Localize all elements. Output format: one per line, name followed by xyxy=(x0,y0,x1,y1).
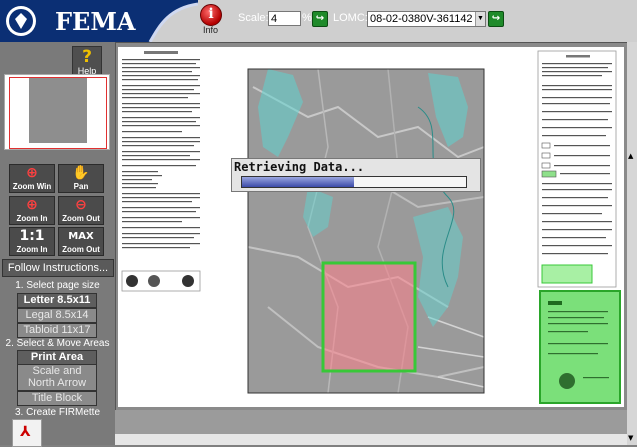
tool-label: Zoom In xyxy=(16,214,48,223)
zoom-max-button[interactable]: MAX Zoom Out xyxy=(58,227,104,256)
area-scale-north-arrow[interactable]: Scale and North Arrow xyxy=(17,364,97,391)
step-2-heading: 2. Select & Move Areas xyxy=(5,338,110,349)
zoom-window-button[interactable]: ⊕ Zoom Win xyxy=(9,164,55,193)
info-label: Info xyxy=(202,25,218,35)
question-icon: ? xyxy=(82,47,92,67)
page-size-legal[interactable]: Legal 8.5x14 xyxy=(17,308,97,323)
pdf-icon: ⅄ xyxy=(20,424,31,440)
lomc-go-button[interactable]: ↪ xyxy=(488,11,504,27)
zoom-out-button[interactable]: ⊖ Zoom Out xyxy=(58,196,104,225)
create-firmette-button[interactable]: ⅄ xyxy=(12,419,42,447)
arrow-right-icon: ↪ xyxy=(491,13,501,24)
lomc-select[interactable]: 08-02-0380V-361142 ▼ xyxy=(367,11,486,27)
page-size-letter[interactable]: Letter 8.5x11 xyxy=(17,293,97,308)
legend-column xyxy=(537,50,621,404)
step-3-heading: 3. Create FIRMette xyxy=(14,407,101,418)
zoom-out-icon: ⊖ xyxy=(75,197,87,213)
zoom-1to1-button[interactable]: 1:1 Zoom In xyxy=(9,227,55,256)
zoom-window-icon: ⊕ xyxy=(26,165,38,181)
area-print-area[interactable]: Print Area xyxy=(17,350,97,365)
hand-icon: ✋ xyxy=(72,165,90,181)
tool-label: Pan xyxy=(73,182,89,191)
aerial-map xyxy=(247,68,485,394)
info-button[interactable]: i Info xyxy=(197,4,224,36)
map-viewer[interactable] xyxy=(115,42,629,412)
lomc-value: 08-02-0380V-361142 xyxy=(370,13,473,25)
scale-label: Scale: xyxy=(238,12,269,24)
lomc-label: LOMC: xyxy=(333,12,368,24)
scroll-up-icon: ▲ xyxy=(628,152,634,160)
thumbnail-view-rect xyxy=(9,77,107,149)
firm-map-panel xyxy=(121,50,621,404)
scale-go-button[interactable]: ↪ xyxy=(312,11,328,27)
step-1-heading: 1. Select page size xyxy=(15,280,100,291)
progress-fill xyxy=(242,177,354,187)
tool-label: Zoom Out xyxy=(62,245,100,254)
zoom-in-button[interactable]: ⊕ Zoom In xyxy=(9,196,55,225)
map-thumbnail[interactable] xyxy=(4,74,110,150)
zoom-in-icon: ⊕ xyxy=(26,197,38,213)
page-size-tabloid[interactable]: Tabloid 11x17 xyxy=(17,323,97,338)
tool-label: Zoom Win xyxy=(12,182,52,191)
top-toolbar: FEMA i Info Scale: % ↪ LOMC: 08-02-0380V… xyxy=(0,0,637,42)
scale-input[interactable] xyxy=(268,11,301,26)
fema-logo: FEMA xyxy=(0,0,198,42)
chevron-down-icon: ▼ xyxy=(475,12,485,26)
scroll-down-icon: ▼ xyxy=(628,434,634,442)
vertical-scrollbar[interactable]: ▲ ▼ xyxy=(627,42,637,445)
one-to-one-label: 1:1 xyxy=(19,228,45,244)
loading-text: Retrieving Data... xyxy=(234,160,365,174)
firm-sheet xyxy=(118,47,624,407)
horizontal-scrollbar[interactable] xyxy=(115,434,627,445)
scale-unit: % xyxy=(302,12,312,24)
tool-label: Zoom Out xyxy=(62,214,100,223)
loading-dialog: Retrieving Data... xyxy=(231,158,481,192)
follow-instructions-button[interactable]: Follow Instructions... xyxy=(2,259,114,277)
arrow-right-icon: ↪ xyxy=(315,13,325,24)
info-icon: i xyxy=(200,4,222,26)
pan-button[interactable]: ✋ Pan xyxy=(58,164,104,193)
sidebar: ? Help ⊕ Zoom Win ✋ Pan ⊕ Zoom In ⊖ Zoom… xyxy=(0,42,115,447)
progress-bar xyxy=(241,176,467,188)
max-label: MAX xyxy=(68,231,94,242)
tool-label: Zoom In xyxy=(16,245,48,254)
logo-text: FEMA xyxy=(55,7,136,36)
area-title-block[interactable]: Title Block xyxy=(17,391,97,406)
horizontal-scroll-area xyxy=(115,410,627,445)
notes-column xyxy=(121,51,201,292)
